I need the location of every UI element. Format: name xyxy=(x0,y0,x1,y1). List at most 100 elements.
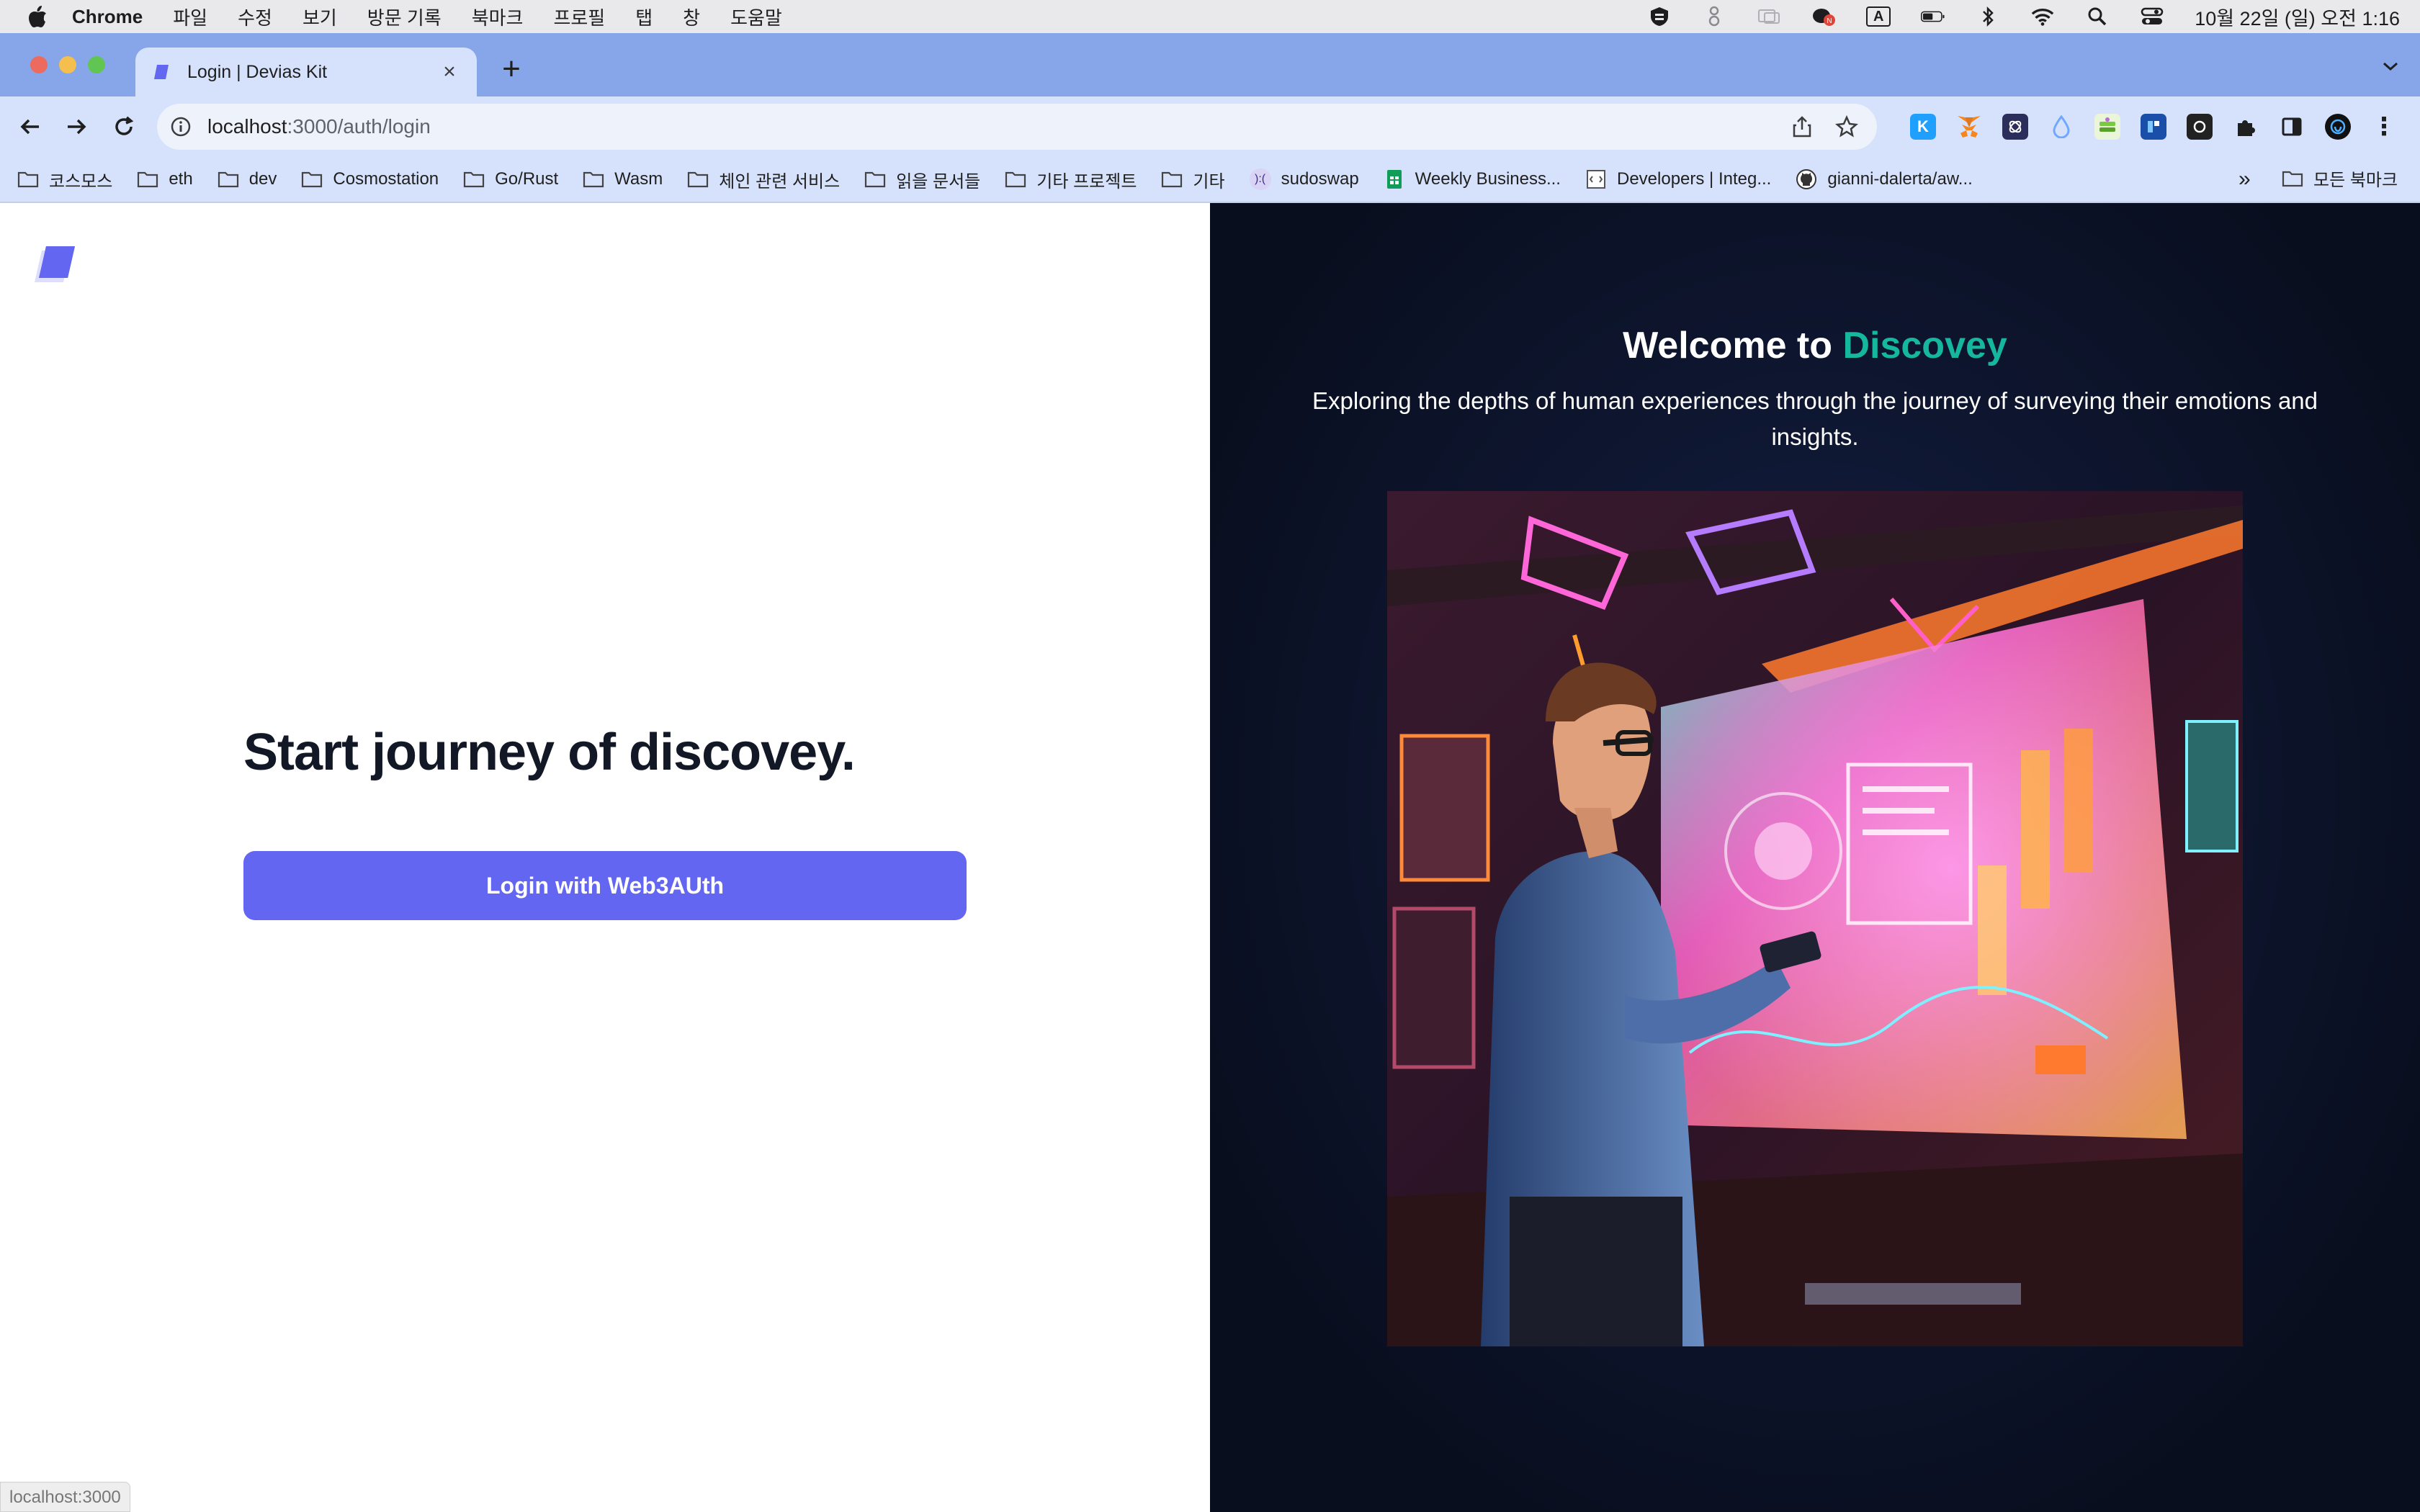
page-headline: Start journey of discovey. xyxy=(243,724,856,781)
accessibility-icon[interactable] xyxy=(1702,6,1726,27)
welcome-subtitle: Exploring the depths of human experience… xyxy=(1312,387,2318,450)
folder-icon xyxy=(302,171,323,188)
svg-text:N: N xyxy=(1827,17,1832,25)
android-stack-icon[interactable] xyxy=(2094,114,2120,140)
folder-icon xyxy=(865,171,886,188)
forward-button[interactable] xyxy=(60,111,92,143)
macos-menu-bar: Chrome 파일 수정 보기 방문 기록 북마크 프로필 탭 창 도움말 N … xyxy=(0,0,2420,33)
welcome-title: Welcome to Discovey xyxy=(1623,325,2007,366)
input-source-icon[interactable]: A xyxy=(1866,6,1891,27)
display-icon[interactable] xyxy=(1757,6,1781,27)
forward-arrow-icon xyxy=(68,119,86,135)
menu-edit[interactable]: 수정 xyxy=(238,4,272,30)
back-button[interactable] xyxy=(14,111,46,143)
bookmark-folder-cosmostation[interactable]: Cosmostation xyxy=(301,169,439,189)
wifi-icon[interactable] xyxy=(2030,6,2055,27)
bookmark-weekly-business[interactable]: Weekly Business... xyxy=(1384,168,1561,190)
address-bar[interactable]: localhost:3000/auth/login xyxy=(157,104,1877,150)
folder-icon xyxy=(138,171,158,188)
bookmark-folder-etc[interactable]: 기타 xyxy=(1161,167,1225,192)
new-tab-button[interactable]: + xyxy=(496,53,527,86)
bookmark-folder-reading-docs[interactable]: 읽을 문서들 xyxy=(864,167,980,192)
metamask-icon[interactable] xyxy=(1956,114,1982,140)
bookmark-folder-cosmos[interactable]: 코스모스 xyxy=(17,167,112,192)
tab-login-devias-kit[interactable]: Login | Devias Kit × xyxy=(135,48,477,96)
bookmark-folder-chain-services[interactable]: 체인 관련 서비스 xyxy=(687,167,840,192)
all-bookmarks-folder[interactable]: 모든 북마크 xyxy=(2282,166,2398,191)
login-with-web3auth-button[interactable]: Login with Web3AUth xyxy=(243,851,967,920)
status-bar-url: localhost:3000 xyxy=(0,1482,130,1512)
address-url[interactable]: localhost:3000/auth/login xyxy=(207,115,1788,138)
folder-icon xyxy=(1162,171,1183,188)
vpn-shield-icon[interactable] xyxy=(1647,6,1672,27)
menu-view[interactable]: 보기 xyxy=(302,4,337,30)
folder-icon xyxy=(583,171,604,188)
page-viewport: Start journey of discovey. Login with We… xyxy=(0,203,2420,1512)
back-arrow-icon xyxy=(20,119,39,135)
menu-window[interactable]: 창 xyxy=(683,4,700,30)
control-center-icon[interactable] xyxy=(2140,6,2164,27)
window-maximize-button[interactable] xyxy=(88,56,105,73)
k-extension-icon[interactable]: K xyxy=(1910,114,1936,140)
star-icon xyxy=(1835,115,1858,138)
menu-app-name[interactable]: Chrome xyxy=(72,6,143,28)
bookmarks-overflow-button[interactable]: » xyxy=(2238,167,2251,192)
puzzle-extensions-icon[interactable] xyxy=(2233,114,2259,140)
spotlight-icon[interactable] xyxy=(2085,6,2110,27)
folder-icon xyxy=(464,171,485,188)
bookmark-folder-eth[interactable]: eth xyxy=(137,169,193,189)
bookmark-folder-other-projects[interactable]: 기타 프로젝트 xyxy=(1005,167,1137,192)
folder-icon xyxy=(1005,171,1026,188)
folder-icon xyxy=(218,171,238,188)
reload-button[interactable] xyxy=(108,111,140,143)
browser-toolbar: localhost:3000/auth/login K ⋮ xyxy=(0,96,2420,157)
menu-help[interactable]: 도움말 xyxy=(730,4,782,30)
messenger-icon[interactable]: N xyxy=(1811,6,1836,27)
developers-icon xyxy=(1586,170,1605,189)
share-icon xyxy=(1793,116,1811,138)
sudoswap-icon: ):( xyxy=(1249,168,1271,190)
bookmark-developers-integ[interactable]: Developers | Integ... xyxy=(1585,168,1771,190)
extensions-row: K ⋮ xyxy=(1910,109,2417,144)
bookmark-sudoswap[interactable]: ):( sudoswap xyxy=(1249,168,1359,190)
bookmark-star-button[interactable] xyxy=(1832,112,1861,141)
devias-logo-icon[interactable] xyxy=(32,236,84,288)
menu-file[interactable]: 파일 xyxy=(173,4,207,30)
reload-icon xyxy=(115,116,134,135)
share-button[interactable] xyxy=(1788,112,1816,141)
window-minimize-button[interactable] xyxy=(59,56,76,73)
menu-history[interactable]: 방문 기록 xyxy=(367,4,442,30)
side-panel-icon[interactable] xyxy=(2279,114,2305,140)
tab-title: Login | Devias Kit xyxy=(187,61,328,82)
browser-tab-strip: Login | Devias Kit × + xyxy=(0,33,2420,96)
site-info-icon[interactable] xyxy=(170,116,192,138)
menu-profiles[interactable]: 프로필 xyxy=(553,4,605,30)
window-close-button[interactable] xyxy=(30,56,48,73)
brand-name: Discovey xyxy=(1842,325,2007,366)
tab-close-icon[interactable]: × xyxy=(438,60,461,84)
kebab-menu-icon[interactable]: ⋮ xyxy=(2371,113,2397,140)
water-drop-icon[interactable] xyxy=(2048,114,2074,140)
devias-favicon-icon xyxy=(154,65,169,79)
menu-tab[interactable]: 탭 xyxy=(635,4,653,30)
cosmos-wallet-icon[interactable] xyxy=(2002,114,2028,140)
github-icon xyxy=(1796,169,1817,189)
blue-square-extension-icon[interactable] xyxy=(2141,114,2166,140)
battery-icon[interactable] xyxy=(1921,6,1945,27)
bookmarks-bar: 코스모스 eth dev Cosmostation Go/Rust Wasm 체… xyxy=(0,157,2420,203)
bluetooth-icon[interactable] xyxy=(1976,6,2000,27)
menu-bookmarks[interactable]: 북마크 xyxy=(472,4,524,30)
profile-avatar-icon[interactable] xyxy=(2325,114,2351,140)
tab-search-chevron-icon[interactable] xyxy=(2380,58,2401,75)
folder-icon xyxy=(2282,171,2303,186)
hero-illustration-image xyxy=(1387,491,2243,1346)
dark-square-extension-icon[interactable] xyxy=(2187,114,2213,140)
apple-logo-icon[interactable] xyxy=(27,5,48,28)
bookmark-folder-go-rust[interactable]: Go/Rust xyxy=(463,169,558,189)
bookmark-folder-dev[interactable]: dev xyxy=(218,169,277,189)
bookmark-folder-wasm[interactable]: Wasm xyxy=(583,169,663,189)
folder-icon xyxy=(17,171,39,188)
bookmark-github-gianni[interactable]: gianni-dalerta/aw... xyxy=(1796,168,1973,190)
menubar-clock[interactable]: 10월 22일 (일) 오전 1:16 xyxy=(2195,3,2400,31)
login-panel: Start journey of discovey. Login with We… xyxy=(0,203,1210,1512)
